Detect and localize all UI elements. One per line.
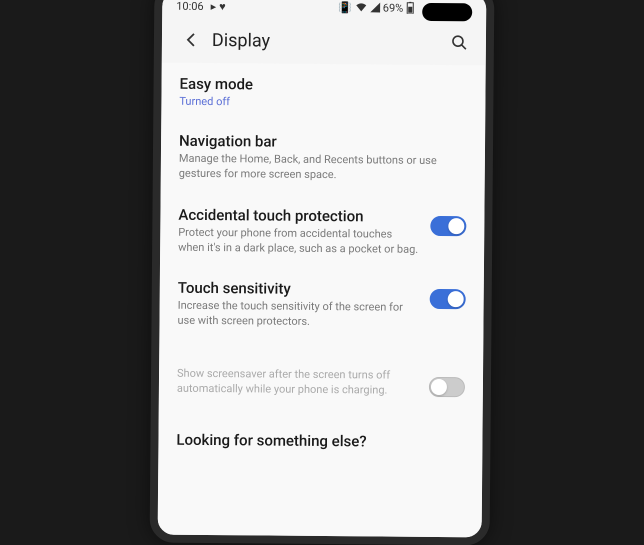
toggle-accidental-touch[interactable]	[430, 216, 466, 236]
footer-title: Looking for something else?	[176, 430, 464, 451]
notification-icon: ▸	[211, 0, 217, 13]
back-button[interactable]	[176, 27, 206, 53]
setting-status: Turned off	[179, 95, 467, 111]
vibrate-icon: 📳	[338, 1, 352, 14]
setting-touch-sensitivity[interactable]: Touch sensitivity Increase the touch sen…	[159, 267, 484, 344]
signal-icon	[370, 2, 380, 12]
wifi-icon	[355, 2, 367, 12]
setting-subtitle: Protect your phone from accidental touch…	[178, 225, 420, 257]
page-title: Display	[212, 30, 270, 52]
setting-title: Accidental touch protection	[178, 205, 420, 225]
status-time: 10:06	[176, 0, 204, 12]
setting-subtitle: Show screensaver after the screen turns …	[177, 367, 419, 399]
setting-title: Navigation bar	[179, 132, 467, 153]
battery-icon	[406, 2, 414, 14]
settings-list[interactable]: Easy mode Turned off Navigation bar Mana…	[158, 63, 486, 540]
setting-accidental-touch[interactable]: Accidental touch protection Protect your…	[160, 193, 485, 270]
setting-screensaver[interactable]: Show screensaver after the screen turns …	[159, 341, 484, 412]
search-button[interactable]	[446, 29, 472, 55]
setting-title: Easy mode	[179, 75, 467, 96]
setting-easy-mode[interactable]: Easy mode Turned off	[161, 63, 485, 123]
battery-text: 69%	[383, 1, 404, 14]
setting-subtitle: Increase the touch sensitivity of the sc…	[177, 299, 419, 331]
notification-icon-2: ♥	[219, 0, 226, 13]
footer-section: Looking for something else?	[158, 416, 482, 465]
setting-subtitle: Manage the Home, Back, and Recents butto…	[179, 152, 467, 184]
toggle-touch-sensitivity[interactable]	[430, 289, 466, 309]
toggle-screensaver[interactable]	[429, 377, 465, 397]
setting-title: Touch sensitivity	[178, 279, 420, 299]
setting-navigation-bar[interactable]: Navigation bar Manage the Home, Back, an…	[161, 120, 486, 197]
camera-cutout	[422, 3, 472, 21]
app-header: Display	[162, 21, 486, 66]
phone-frame: 10:06 ▸ ♥ 📳 69% Display Eas	[150, 0, 495, 545]
